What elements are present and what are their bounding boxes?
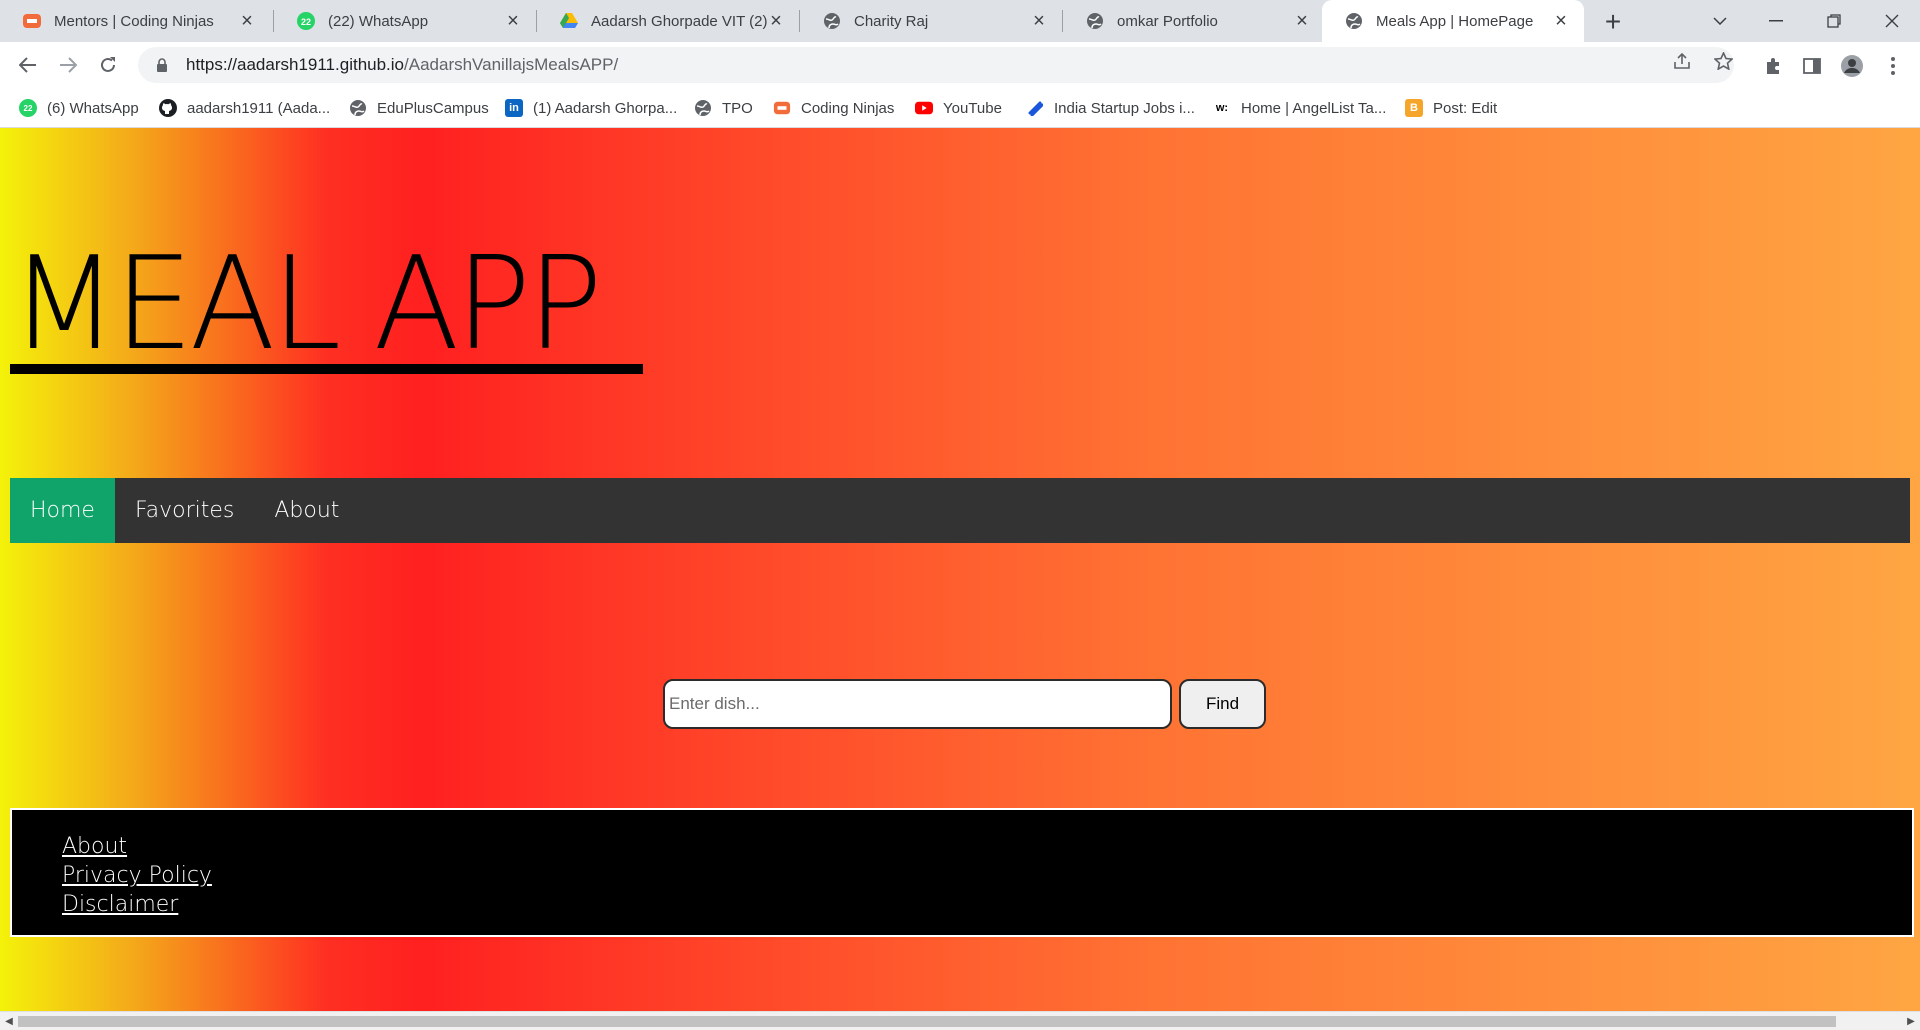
bookmark-label: (6) WhatsApp [47,99,139,117]
bookmark-blogger[interactable]: B Post: Edit [1405,96,1497,120]
nav-about[interactable]: About [254,478,359,543]
blogger-icon: B [1405,99,1423,117]
bookmark-label: Coding Ninjas [801,99,895,117]
extensions-icon[interactable] [1760,54,1786,78]
tab-charity-raj[interactable]: Charity Raj × [800,0,1062,42]
scroll-right-arrow-icon[interactable]: ▶ [1904,1015,1918,1028]
globe-icon [1085,11,1105,31]
coding-ninjas-icon [22,11,42,31]
bookmark-india-startup-jobs[interactable]: India Startup Jobs i... [1026,96,1195,120]
lock-icon[interactable] [154,58,170,72]
close-window-icon[interactable] [1864,0,1920,42]
close-icon[interactable]: × [1030,11,1048,31]
page-footer: About Privacy Policy Disclaimer [10,808,1914,937]
close-icon[interactable]: × [1293,11,1311,31]
close-icon[interactable]: × [1552,11,1570,31]
angellist-icon: w: [1215,102,1229,114]
new-tab-icon[interactable]: + [1598,6,1628,38]
url-host: https://aadarsh1911.github.io [186,55,405,74]
page-viewport: MEAL APP Home Favorites About Find About… [0,128,1920,1011]
share-icon[interactable] [1670,50,1694,72]
tab-whatsapp[interactable]: 22 (22) WhatsApp × [274,0,536,42]
bookmark-edupluscampus[interactable]: EduPlusCampus [349,96,489,120]
side-panel-icon[interactable] [1799,54,1825,78]
reload-icon[interactable] [92,50,124,80]
bookmark-label: EduPlusCampus [377,99,489,117]
bookmark-label: TPO [722,99,753,117]
address-bar[interactable]: https://aadarsh1911.github.io/AadarshVan… [138,47,1734,83]
close-icon[interactable]: × [504,11,522,31]
back-arrow-icon[interactable] [12,50,44,80]
bookmark-label: YouTube [943,99,1002,117]
google-drive-icon [559,11,579,31]
footer-link-disclaimer[interactable]: Disclaimer [62,890,1912,919]
tab-title: Meals App | HomePage [1376,12,1534,30]
tab-meals-app[interactable]: Meals App | HomePage × [1322,0,1584,42]
bookmark-youtube[interactable]: YouTube [915,96,1002,120]
tab-coding-ninjas[interactable]: Mentors | Coding Ninjas × [0,0,270,42]
tab-title: (22) WhatsApp [328,12,429,30]
find-button[interactable]: Find [1179,679,1266,729]
whatsapp-icon: 22 [296,11,316,31]
github-icon [159,99,177,117]
url-text: https://aadarsh1911.github.io/AadarshVan… [186,55,618,75]
bookmark-github[interactable]: aadarsh1911 (Aada... [159,96,330,120]
browser-toolbar: https://aadarsh1911.github.io/AadarshVan… [0,42,1920,88]
bookmarks-bar: 22 (6) WhatsApp aadarsh1911 (Aada... Edu… [0,88,1920,128]
scroll-left-arrow-icon[interactable]: ◀ [2,1015,16,1028]
nav-favorites[interactable]: Favorites [115,478,254,543]
profile-avatar-icon[interactable] [1839,54,1865,78]
scrollbar-thumb[interactable] [18,1016,1836,1027]
bookmark-star-icon[interactable] [1711,50,1735,72]
url-path: /AadarshVanillajsMealsAPP/ [404,55,619,74]
title-underline [10,364,643,374]
tab-google-drive[interactable]: Aadarsh Ghorpade VIT (2).p × [537,0,799,42]
tab-title: Charity Raj [854,12,929,30]
tab-strip: Mentors | Coding Ninjas × 22 (22) WhatsA… [0,0,1920,42]
bookmark-label: aadarsh1911 (Aada... [187,99,331,117]
page-title: MEAL APP [10,230,603,379]
bookmark-angellist[interactable]: w: Home | AngelList Ta... [1213,96,1387,120]
youtube-icon [915,99,933,117]
close-icon[interactable]: × [238,11,256,31]
startup-jobs-icon [1026,99,1044,117]
globe-icon [1344,11,1364,31]
minimize-icon[interactable] [1748,0,1804,42]
tab-omkar-portfolio[interactable]: omkar Portfolio × [1063,0,1325,42]
linkedin-icon: in [505,99,523,117]
bookmark-coding-ninjas[interactable]: Coding Ninjas [773,96,894,120]
bookmark-whatsapp[interactable]: 22 (6) WhatsApp [19,96,139,120]
whatsapp-badge: 22 [301,17,311,27]
close-icon[interactable]: × [767,11,785,31]
tab-title: omkar Portfolio [1117,12,1218,30]
restore-icon[interactable] [1806,0,1862,42]
globe-icon [349,99,367,117]
globe-icon [822,11,842,31]
bookmark-label: Post: Edit [1433,99,1498,117]
bookmark-linkedin[interactable]: in (1) Aadarsh Ghorpa... [505,96,677,120]
bookmark-label: (1) Aadarsh Ghorpa... [533,99,678,117]
menu-dots-icon[interactable] [1880,54,1906,78]
whatsapp-icon: 22 [19,99,37,117]
forward-arrow-icon[interactable] [52,50,84,80]
bookmark-label: Home | AngelList Ta... [1241,99,1387,117]
dish-search-input[interactable] [663,679,1172,729]
coding-ninjas-icon [773,99,791,117]
bookmark-label: India Startup Jobs i... [1054,99,1195,117]
tab-title: Aadarsh Ghorpade VIT (2).p [591,12,767,30]
chevron-down-icon[interactable] [1692,0,1748,42]
globe-icon [694,99,712,117]
footer-link-about[interactable]: About [62,832,1912,861]
main-navbar: Home Favorites About [10,478,1910,543]
bookmark-tpo[interactable]: TPO [694,96,753,120]
horizontal-scrollbar[interactable]: ◀ ▶ [0,1011,1920,1030]
nav-home[interactable]: Home [10,478,115,543]
tab-title: Mentors | Coding Ninjas [54,12,214,30]
footer-link-privacy-policy[interactable]: Privacy Policy [62,861,1912,890]
